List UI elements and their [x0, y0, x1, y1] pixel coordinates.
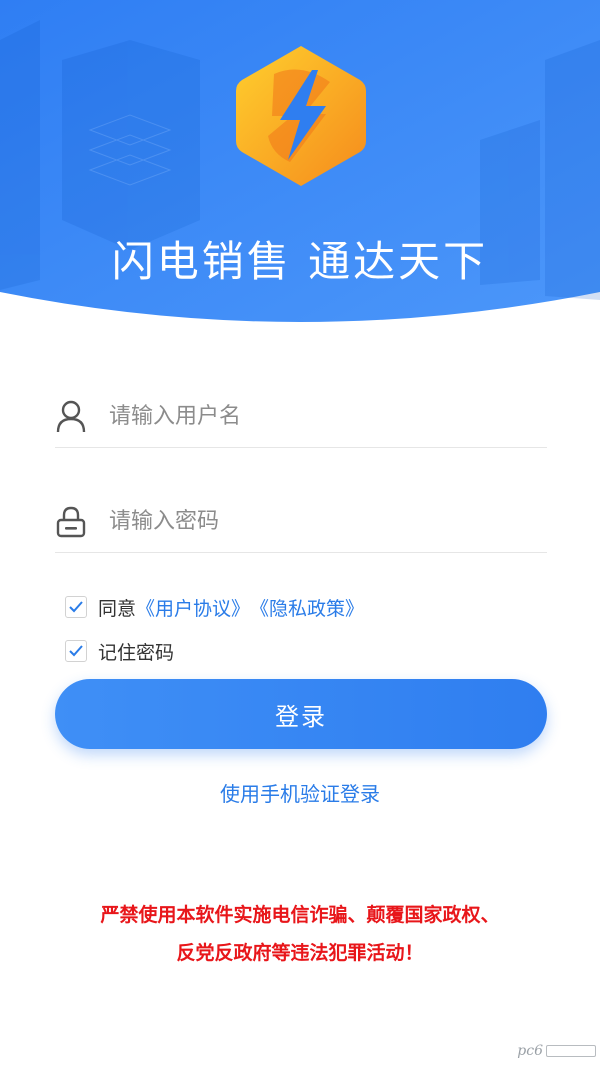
user-icon	[56, 400, 86, 433]
lock-icon	[56, 506, 86, 538]
watermark: pc6	[517, 1041, 596, 1061]
username-field	[55, 385, 547, 448]
agree-checkbox[interactable]	[65, 596, 87, 618]
remember-row: 记住密码	[65, 636, 174, 666]
user-agreement-link[interactable]: 《用户协议》	[136, 594, 250, 621]
slogan: 闪电销售 通达天下	[0, 228, 600, 289]
remember-password-label[interactable]: 记住密码	[98, 638, 174, 665]
legal-warning: 严禁使用本软件实施电信诈骗、颠覆国家政权、 反党反政府等违法犯罪活动！	[40, 896, 560, 972]
watermark-text: pc6	[517, 1043, 543, 1059]
agree-label: 同意	[98, 597, 137, 620]
warning-line-1: 严禁使用本软件实施电信诈骗、颠覆国家政权、	[100, 904, 500, 926]
login-button[interactable]: 登录	[55, 679, 547, 749]
slogan-part-2: 通达天下	[308, 237, 489, 286]
warning-line-2: 反党反政府等违法犯罪活动！	[176, 942, 424, 964]
privacy-policy-link[interactable]: 《隐私政策》	[250, 594, 364, 621]
watermark-badge	[546, 1045, 596, 1057]
password-input[interactable]	[107, 500, 531, 542]
username-input[interactable]	[107, 395, 531, 437]
agreement-row: 同意 《用户协议》 《隐私政策》	[65, 592, 364, 622]
slogan-part-1: 闪电销售	[111, 237, 292, 286]
remember-checkbox[interactable]	[65, 640, 87, 662]
phone-login-link[interactable]: 使用手机验证登录	[0, 778, 600, 807]
lightning-hexagon-icon	[236, 46, 366, 186]
password-field	[55, 490, 547, 553]
check-icon	[69, 601, 83, 613]
check-icon	[69, 645, 83, 657]
header-banner: 闪电销售 通达天下	[0, 0, 600, 330]
